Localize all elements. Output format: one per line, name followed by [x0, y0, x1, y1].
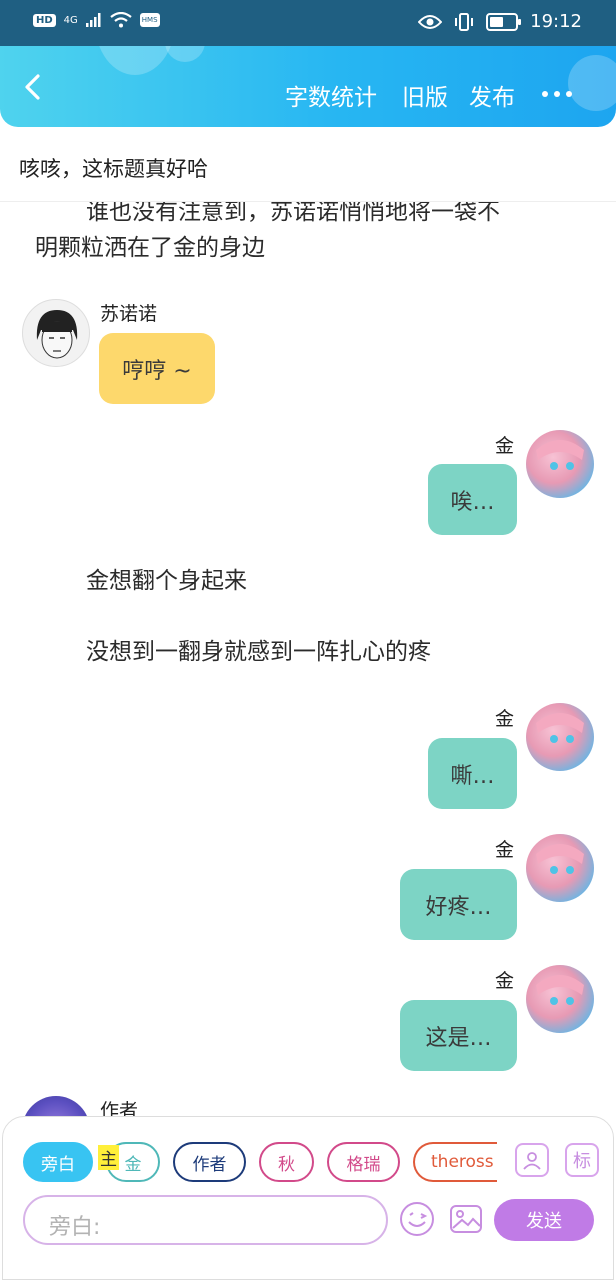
- narration-line: 金想翻个身起来: [86, 568, 247, 594]
- anime-portrait-icon: [536, 713, 584, 743]
- speaker-name: 金: [495, 435, 515, 457]
- vibrate-icon: [455, 12, 474, 31]
- battery-fill: [490, 16, 503, 27]
- publish-button[interactable]: 发布: [469, 78, 515, 112]
- hms-badge: HMS: [139, 13, 160, 27]
- emoji-icon[interactable]: [399, 1201, 435, 1237]
- avatar-jin[interactable]: [526, 703, 594, 771]
- image-icon[interactable]: [448, 1201, 484, 1237]
- hd-badge: HD: [33, 13, 56, 27]
- anime-portrait-icon: [536, 975, 584, 1005]
- more-menu-icon[interactable]: [542, 91, 572, 97]
- anime-portrait-icon: [536, 440, 584, 470]
- avatar-jin[interactable]: [526, 430, 594, 498]
- status-right: 19:12: [418, 11, 582, 32]
- nav-bar: 字数统计 旧版 发布: [0, 46, 616, 127]
- avatar-jin[interactable]: [526, 965, 594, 1033]
- battery-icon: [486, 12, 522, 31]
- avatar-sunuonuo[interactable]: [22, 299, 90, 367]
- role-chip-author[interactable]: 作者: [173, 1142, 246, 1182]
- top-bar: HD 4G HMS 19:12 字数统计 旧版 发布: [0, 0, 616, 127]
- speaker-name: 金: [495, 970, 515, 992]
- network-badge: 4G: [63, 14, 78, 26]
- role-chip-gerui[interactable]: 格瑞: [327, 1142, 400, 1182]
- speaker-name: 金: [495, 839, 515, 861]
- narration-line: 明颗粒洒在了金的身边: [35, 235, 265, 261]
- message-input[interactable]: 旁白:: [23, 1195, 388, 1245]
- message-bubble[interactable]: 哼哼 ~: [99, 333, 215, 404]
- eye-icon: [418, 14, 443, 29]
- input-placeholder: 旁白:: [49, 1215, 101, 1240]
- person-card-icon[interactable]: [515, 1143, 549, 1177]
- status-bar: HD 4G HMS 19:12: [0, 0, 616, 46]
- tag-icon[interactable]: 标: [565, 1143, 599, 1177]
- status-left: HD 4G HMS: [33, 12, 160, 28]
- anime-portrait-icon: [536, 844, 584, 874]
- message-bubble[interactable]: 嘶…: [428, 738, 517, 809]
- main-role-badge: 主: [98, 1145, 119, 1170]
- old-version-button[interactable]: 旧版: [402, 78, 448, 112]
- role-chip-narrator[interactable]: 旁白: [23, 1142, 93, 1182]
- story-title[interactable]: 咳咳，这标题真好哈: [19, 153, 208, 183]
- story-title-bar[interactable]: 咳咳，这标题真好哈: [0, 127, 616, 202]
- sketch-face-icon: [36, 310, 78, 359]
- back-arrow-icon[interactable]: [20, 74, 46, 100]
- role-chip-theross[interactable]: theross: [413, 1142, 497, 1182]
- message-bubble[interactable]: 好疼…: [400, 869, 517, 940]
- avatar-jin[interactable]: [526, 834, 594, 902]
- send-button[interactable]: 发送: [494, 1199, 594, 1241]
- wifi-icon: [110, 12, 132, 28]
- role-chip-qiu[interactable]: 秋: [259, 1142, 314, 1182]
- compose-panel: 旁白 金 主 作者 秋 格瑞 theross 标 旁白: 发送: [2, 1116, 614, 1280]
- narration-line: 没想到一翻身就感到一阵扎心的疼: [86, 639, 431, 665]
- speaker-name: 苏诺诺: [100, 303, 158, 325]
- chat-content[interactable]: 谁也没有注意到，苏诺诺悄悄地将一袋不 明颗粒洒在了金的身边 苏诺诺 哼哼 ~ 金…: [0, 202, 616, 1120]
- message-bubble[interactable]: 这是…: [400, 1000, 517, 1071]
- signal-icon: [85, 13, 101, 27]
- clock: 19:12: [530, 11, 582, 32]
- word-count-button[interactable]: 字数统计: [285, 78, 377, 112]
- message-bubble[interactable]: 唉…: [428, 464, 517, 535]
- speaker-name: 金: [495, 708, 515, 730]
